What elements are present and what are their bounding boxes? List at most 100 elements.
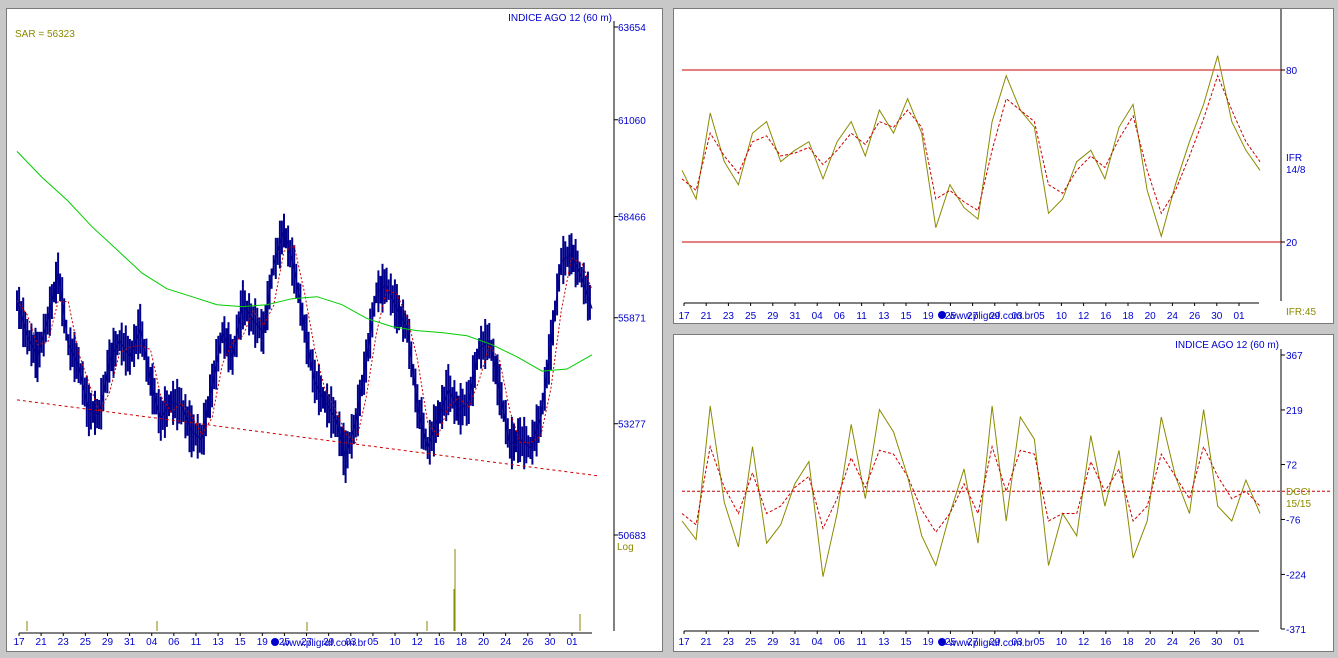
x-tick-label: 13 [213,637,225,648]
ifr-chart-panel[interactable]: 80 20 IFR 14/8 IFR:45 17 21 23 25 29 31 04 06 11 13 15 1… [673,8,1334,324]
x-tick-label: 18 [1122,637,1134,648]
x-tick-label: 31 [124,637,136,648]
x-tick-label: 12 [1078,311,1090,322]
x-tick-label: 15 [900,311,912,322]
x-tick-label: 15 [235,637,247,648]
x-tick-label: 25 [745,637,757,648]
x-tick-label: 31 [789,311,801,322]
x-tick-label: 26 [1189,311,1201,322]
chart-title: INDICE AGO 12 (60 m) [1175,340,1279,351]
ifr-name-label: IFR [1286,153,1302,164]
x-tick-label: 21 [701,311,713,322]
x-tick-label: 10 [1056,637,1068,648]
dcci-chart-panel[interactable]: INDICE AGO 12 (60 m) 367 219 72 -76 -224 -371 D… [673,334,1334,652]
x-tick-label: 30 [1211,311,1223,322]
watermark-logo-icon [938,638,946,646]
x-tick-label: 20 [1145,311,1157,322]
x-tick-label: 29 [102,637,114,648]
x-tick-label: 16 [1100,637,1112,648]
x-tick-label: 24 [1167,311,1179,322]
x-tick-label: 29 [767,311,779,322]
x-tick-label: 19 [923,311,935,322]
y-tick-label: 20 [1286,238,1298,249]
y-tick-label: 367 [1286,351,1303,362]
x-tick-label: 25 [80,637,92,648]
price-chart-panel[interactable]: 63654 61060 58466 55871 53277 50683 Log INDICE … [6,8,663,652]
x-tick-label: 01 [1233,311,1245,322]
x-tick-label: 20 [1145,637,1157,648]
x-tick-label: 05 [367,637,379,648]
y-tick-label: 55871 [618,314,646,325]
x-tick-label: 06 [834,311,846,322]
sar-label: SAR = 56323 [15,29,75,40]
x-tick-label: 30 [544,637,556,648]
x-tick-label: 11 [191,637,202,648]
y-tick-label: 63654 [618,23,646,34]
x-tick-label: 06 [834,637,846,648]
footer-watermark: www.pligraf.com.br [948,311,1034,322]
ifr-value-label: IFR:45 [1286,307,1316,318]
x-tick-label: 04 [146,637,158,648]
x-tick-label: 10 [1056,311,1068,322]
x-tick-label: 26 [522,637,534,648]
x-tick-label: 31 [789,637,801,648]
y-tick-label: 58466 [618,213,646,224]
ifr-line [681,55,1261,239]
price-line [16,228,593,459]
x-tick-label: 24 [1167,637,1179,648]
x-tick-label: 23 [58,637,70,648]
x-tick-label: 16 [434,637,446,648]
y-tick-label: -371 [1286,625,1306,636]
x-tick-label: 05 [1034,637,1046,648]
footer-watermark: www.pligraf.com.br [948,638,1034,649]
x-tick-label: 06 [168,637,180,648]
ifr-chart[interactable]: 80 20 IFR14/8 IFR:45 17 21 23 25 29 31 04 06 11 13 15 1… [674,9,1333,323]
x-tick-label: 25 [745,311,757,322]
x-tick-label: 21 [701,637,713,648]
footer-watermark: www.pligraf.com.br [281,638,367,649]
x-tick-label: 17 [678,311,690,322]
y-tick-label: 72 [1286,461,1298,472]
x-tick-label: 15 [900,637,912,648]
y-tick-label: -76 [1286,515,1301,526]
x-tick-label: 24 [500,637,512,648]
y-tick-label: 50683 [618,531,646,542]
x-tick-label: 30 [1211,637,1223,648]
x-tick-label: 23 [723,637,735,648]
dcci-signal-line [681,444,1261,533]
price-chart[interactable]: 63654 61060 58466 55871 53277 50683Log INDICE … [7,9,662,651]
chart-title: INDICE AGO 12 (60 m) [508,13,612,24]
x-tick-label: 26 [1189,637,1201,648]
x-tick-label: 13 [878,311,890,322]
y-tick-label: 80 [1286,66,1298,77]
x-tick-label: 11 [856,311,867,322]
x-tick-label: 05 [1034,311,1046,322]
dcci-name-label: DCCI [1286,487,1310,498]
y-tick-label: 219 [1286,406,1303,417]
x-tick-label: 19 [257,637,269,648]
x-tick-label: 19 [923,637,935,648]
x-tick-label: 11 [856,637,867,648]
x-tick-label: 04 [812,637,824,648]
x-tick-label: 21 [36,637,48,648]
x-tick-label: 23 [723,311,735,322]
ifr-params-label: 14/8 [1286,165,1306,176]
x-tick-label: 17 [678,637,690,648]
watermark-logo-icon [938,311,946,319]
x-tick-label: 12 [1078,637,1090,648]
x-tick-label: 12 [412,637,424,648]
y-tick-label: -224 [1286,570,1306,581]
x-tick-label: 20 [478,637,490,648]
y-tick-label: 61060 [618,116,646,127]
x-tick-label: 18 [1122,311,1134,322]
dcci-params-label: 15/15 [1286,499,1311,510]
watermark-logo-icon [271,638,279,646]
x-tick-label: 13 [878,637,890,648]
y-tick-label: 53277 [618,420,646,431]
x-tick-label: 10 [389,637,401,648]
x-tick-label: 16 [1100,311,1112,322]
x-tick-label: 04 [812,311,824,322]
dcci-chart[interactable]: INDICE AGO 12 (60 m) 367 219 72 -76 -224 -371 D… [674,335,1333,651]
scale-label: Log [617,542,634,553]
x-tick-label: 01 [566,637,578,648]
